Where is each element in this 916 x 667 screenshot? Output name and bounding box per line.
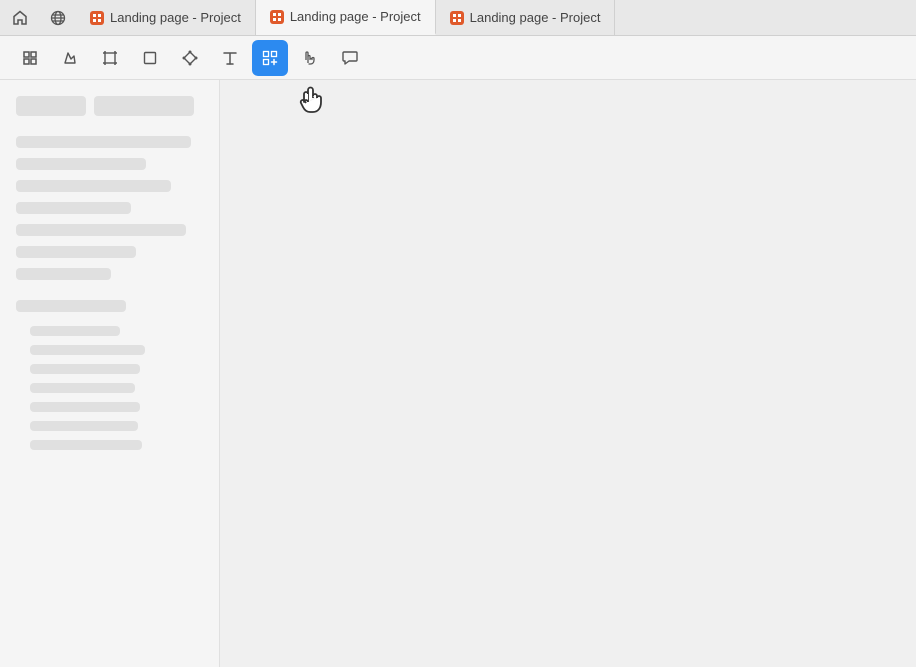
toolbar (0, 36, 916, 80)
skeleton-line-4 (16, 202, 131, 214)
tab-2[interactable]: Landing page - Project (256, 0, 436, 35)
top-buttons-skeleton (16, 96, 203, 116)
skeleton-line-2 (16, 158, 146, 170)
skeleton-nested-5 (30, 402, 140, 412)
skeleton-btn-2 (94, 96, 194, 116)
skeleton-line-7 (16, 268, 111, 280)
component-icon (21, 49, 39, 67)
tab-3[interactable]: Landing page - Project (436, 0, 616, 35)
text-icon (221, 49, 239, 67)
tab-1[interactable]: Landing page - Project (76, 0, 256, 35)
skeleton-nested-2 (30, 345, 145, 355)
insert-component-tool-button[interactable] (252, 40, 288, 76)
home-button[interactable] (0, 0, 40, 35)
tab-bar: Landing page - Project Landing page - Pr… (0, 0, 916, 36)
hand-icon (301, 49, 319, 67)
move-icon (61, 49, 79, 67)
shape-tool-button[interactable] (132, 40, 168, 76)
tab-1-icon (90, 11, 104, 25)
skeleton-line-3 (16, 180, 171, 192)
comment-tool-button[interactable] (332, 40, 368, 76)
insert-component-icon (261, 49, 279, 67)
tab-3-icon (450, 11, 464, 25)
globe-icon (50, 10, 66, 26)
skeleton-section-header (16, 300, 126, 312)
text-tool-button[interactable] (212, 40, 248, 76)
skeleton-nested-3 (30, 364, 140, 374)
skeleton-nested-7 (30, 440, 142, 450)
canvas-area[interactable] (220, 80, 916, 667)
component-tool-button[interactable] (12, 40, 48, 76)
shape-icon (141, 49, 159, 67)
skeleton-btn-1 (16, 96, 86, 116)
skeleton-nested-group (16, 326, 203, 450)
skeleton-nested-6 (30, 421, 138, 431)
skeleton-lines-group-1 (16, 136, 203, 280)
frame-icon (101, 49, 119, 67)
hand-tool-button[interactable] (292, 40, 328, 76)
skeleton-line-1 (16, 136, 191, 148)
skeleton-line-5 (16, 224, 186, 236)
home-icon (11, 9, 29, 27)
comment-icon (341, 49, 359, 67)
tab-3-label: Landing page - Project (470, 10, 601, 25)
skeleton-line-6 (16, 246, 136, 258)
left-panel (0, 80, 220, 667)
tab-2-label: Landing page - Project (290, 9, 421, 24)
main-content (0, 80, 916, 667)
move-tool-button[interactable] (52, 40, 88, 76)
tab-1-label: Landing page - Project (110, 10, 241, 25)
frame-tool-button[interactable] (92, 40, 128, 76)
globe-button[interactable] (40, 0, 76, 35)
pen-icon (181, 49, 199, 67)
skeleton-nested-1 (30, 326, 120, 336)
tab-2-icon (270, 10, 284, 24)
pen-tool-button[interactable] (172, 40, 208, 76)
skeleton-nested-4 (30, 383, 135, 393)
